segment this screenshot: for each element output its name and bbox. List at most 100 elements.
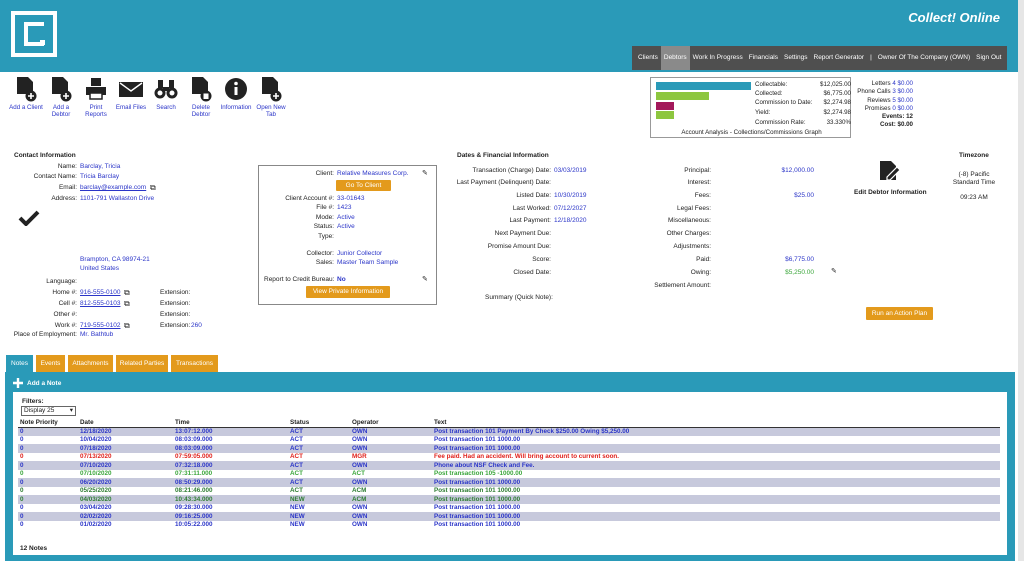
table-cell: Fee paid. Had an accident. Will bring ac… [434,453,620,461]
copy-icon[interactable]: ⧉ [150,183,156,193]
sales-value: Master Team Sample [337,259,399,266]
commission-bar [656,102,674,110]
table-row[interactable]: 0 12/18/2020 13:07:12.000 ACT OWN Post transa… [18,427,1000,436]
email-files-button[interactable]: Email Files [114,76,148,111]
financial-value: $12,000.00 [781,167,814,174]
tab-events[interactable]: Events [36,355,65,372]
envelope-icon [119,82,143,97]
column-header[interactable]: Time [173,419,288,428]
contact-section-title: Contact Information [14,152,76,159]
add-document-icon [52,77,72,102]
copy-icon[interactable]: ⧉ [124,288,130,298]
table-cell: 02/02/2020 [78,512,173,521]
copy-icon[interactable]: ⧉ [124,299,130,309]
credit-bureau-label: Report to Credit Bureau: [264,276,335,283]
add-debtor-button[interactable]: Add a Debtor [44,76,78,118]
add-note-button[interactable]: Add a Note [13,378,61,388]
date-label: Closed Date: [513,269,551,276]
table-cell: OWN [350,512,432,521]
table-row[interactable]: 0 01/02/2020 10:05:22.000 NEW OWN Post transa… [18,521,1000,530]
column-header[interactable]: Date [78,419,173,428]
delete-document-icon [192,77,212,102]
table-cell: ACT [290,453,303,461]
mode-label: Mode: [315,214,334,221]
view-private-info-button[interactable]: View Private Information [306,286,390,298]
notes-count: 12 Notes [20,545,48,552]
delete-debtor-button[interactable]: Delete Debtor [184,76,218,118]
account-analysis-graph: Collectable: $12,025.00 Collected: $6,775.… [650,77,851,138]
nav-work-in-progress[interactable]: Work In Progress [690,46,746,70]
edit-debtor-info-link[interactable]: Edit Debtor Information [854,189,927,196]
tab-related-parties[interactable]: Related Parties [116,355,168,372]
client-account-label: Client Account #: [285,195,334,202]
column-header[interactable]: Note Priority [18,419,78,428]
copy-icon[interactable]: ⧉ [124,321,130,331]
app-logo[interactable] [11,11,57,57]
tab-transactions[interactable]: Transactions [171,355,218,372]
financial-label: Principal: [684,167,711,174]
table-cell: ACT [352,470,365,478]
nav-debtors[interactable]: Debtors [660,46,690,70]
work-phone-link[interactable]: 719-555-0102 [80,322,120,329]
date-value: 12/18/2020 [554,217,587,224]
cell-phone-link[interactable]: 812-555-0103 [80,300,120,307]
column-header[interactable]: Status [288,419,350,428]
address-city: Brampton, CA 98974-21 [80,256,150,263]
table-cell: 0 [18,444,78,453]
table-row[interactable]: 0 10/04/2020 08:03:09.000 ACT OWN Post transa… [18,436,1000,445]
table-cell: 07:59:05.000 [175,453,213,461]
nav-owner[interactable]: Owner Of The Company (OWN) [875,46,973,70]
financial-label: Paid: [696,256,711,263]
filter-select[interactable]: Display 25 ▾ [21,406,76,416]
add-client-button[interactable]: Add a Client [9,76,43,111]
address-label: Address: [51,195,77,202]
edit-icon[interactable]: ✎ [422,275,428,283]
contact-name-label: Contact Name: [33,173,77,180]
nav-report-generator[interactable]: Report Generator [811,46,868,70]
nav-financials[interactable]: Financials [746,46,781,70]
open-new-tab-button[interactable]: Open New Tab [254,76,288,118]
column-header[interactable]: Operator [350,419,432,428]
print-reports-button[interactable]: Print Reports [79,76,113,118]
edit-document-icon[interactable] [878,160,902,182]
client-name-link[interactable]: Relative Measures Corp. [337,170,409,177]
nav-settings[interactable]: Settings [781,46,811,70]
date-label: Promise Amount Due: [487,243,551,250]
column-header[interactable]: Text [432,419,1000,428]
table-row[interactable]: 0 02/02/2020 09:16:25.000 NEW OWN Post transa… [18,512,1000,521]
nav-sign-out[interactable]: Sign Out [973,46,1004,70]
type-label: Type: [318,233,334,240]
table-row[interactable]: 0 04/03/2020 10:43:34.000 NEW ACM Post transa… [18,495,1000,504]
email-link[interactable]: barclay@example.com [80,184,146,191]
checkmark-icon [18,210,40,226]
run-action-plan-button[interactable]: Run an Action Plan [866,307,933,320]
home-phone-link[interactable]: 916-555-0100 [80,289,120,296]
date-value: 10/30/2019 [554,192,587,199]
information-button[interactable]: Information [219,76,253,111]
edit-icon[interactable]: ✎ [422,169,428,177]
table-cell: 07/10/2020 [78,461,173,470]
go-to-client-button[interactable]: Go To Client [336,180,391,191]
table-row[interactable]: 0 07/10/2020 07:31:11.000 ACT ACT Post transa… [18,470,1000,479]
address-country: United States [80,265,120,272]
table-cell: 0 [18,478,78,487]
table-row[interactable]: 0 06/20/2020 08:50:29.000 ACT OWN Post transa… [18,478,1000,487]
add-document-icon [17,77,37,102]
edit-icon[interactable]: ✎ [831,267,837,275]
search-button[interactable]: Search [149,76,183,111]
table-cell: ACT [288,427,350,436]
tab-notes[interactable]: Notes [6,355,33,372]
table-row[interactable]: 0 07/13/2020 07:59:05.000 ACT MGR Fee paid. H… [18,453,1000,462]
home-phone-label: Home #: [52,289,77,296]
table-cell: 09:28:30.000 [175,504,213,512]
table-cell: Post transaction 101 1000.00 [432,495,1000,504]
binoculars-icon [154,80,178,99]
nav-clients[interactable]: Clients [635,46,661,70]
table-row[interactable]: 0 05/25/2020 08:21:46.000 ACT ACM Post transa… [18,487,1000,496]
page-scrollbar[interactable] [1018,0,1024,561]
table-row[interactable]: 0 03/04/2020 09:28:30.000 NEW OWN Post transa… [18,504,1000,513]
table-row[interactable]: 0 07/18/2020 08:03:09.000 ACT OWN Post transa… [18,444,1000,453]
table-cell: OWN [352,504,368,512]
table-row[interactable]: 0 07/10/2020 07:32:18.000 ACT OWN Phone about… [18,461,1000,470]
tab-attachments[interactable]: Attachments [68,355,113,372]
